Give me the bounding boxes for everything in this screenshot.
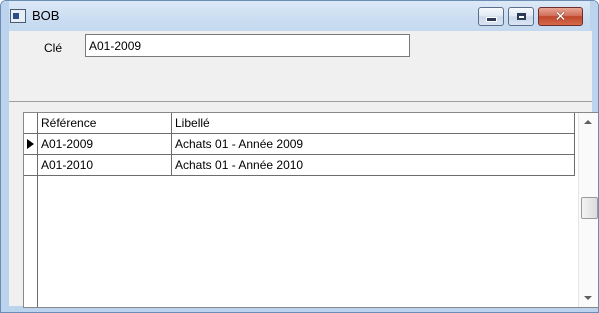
window: BOB ✕ Clé Référence Libellé A01-2009 Ach…: [0, 0, 599, 313]
window-title: BOB: [32, 8, 60, 23]
cell-libelle[interactable]: Achats 01 - Année 2010: [172, 155, 575, 175]
data-grid[interactable]: Référence Libellé A01-2009 Achats 01 - A…: [23, 112, 598, 308]
current-row-arrow-icon: [27, 139, 34, 149]
cell-libelle[interactable]: Achats 01 - Année 2009: [172, 134, 575, 154]
scroll-up-icon[interactable]: [584, 120, 592, 124]
row-indicator-cell[interactable]: [24, 155, 38, 176]
header-indicator-cell: [24, 113, 38, 134]
app-icon[interactable]: [10, 9, 26, 23]
cell-reference[interactable]: A01-2009: [38, 134, 172, 154]
column-header-libelle[interactable]: Libellé: [172, 113, 575, 133]
table-row[interactable]: A01-2010 Achats 01 - Année 2010: [38, 155, 575, 176]
grid-separator: [9, 101, 592, 112]
key-label: Clé: [44, 41, 63, 55]
vertical-scrollbar[interactable]: [578, 113, 598, 307]
table-row[interactable]: A01-2009 Achats 01 - Année 2009: [38, 134, 575, 155]
window-frame-left: [1, 1, 9, 312]
close-icon: ✕: [554, 8, 567, 25]
close-button[interactable]: ✕: [538, 7, 583, 26]
cell-reference[interactable]: A01-2010: [38, 155, 172, 175]
scrollbar-thumb[interactable]: [581, 197, 598, 219]
title-bar[interactable]: BOB ✕: [1, 1, 598, 31]
column-header-reference[interactable]: Référence: [38, 113, 172, 133]
grid-header-row: Référence Libellé: [38, 113, 575, 134]
scroll-down-icon[interactable]: [584, 296, 592, 300]
maximize-button[interactable]: [508, 7, 534, 26]
key-input[interactable]: [85, 34, 410, 57]
minimize-icon: [485, 17, 497, 22]
minimize-button[interactable]: [478, 7, 504, 26]
maximize-icon: [516, 13, 526, 20]
